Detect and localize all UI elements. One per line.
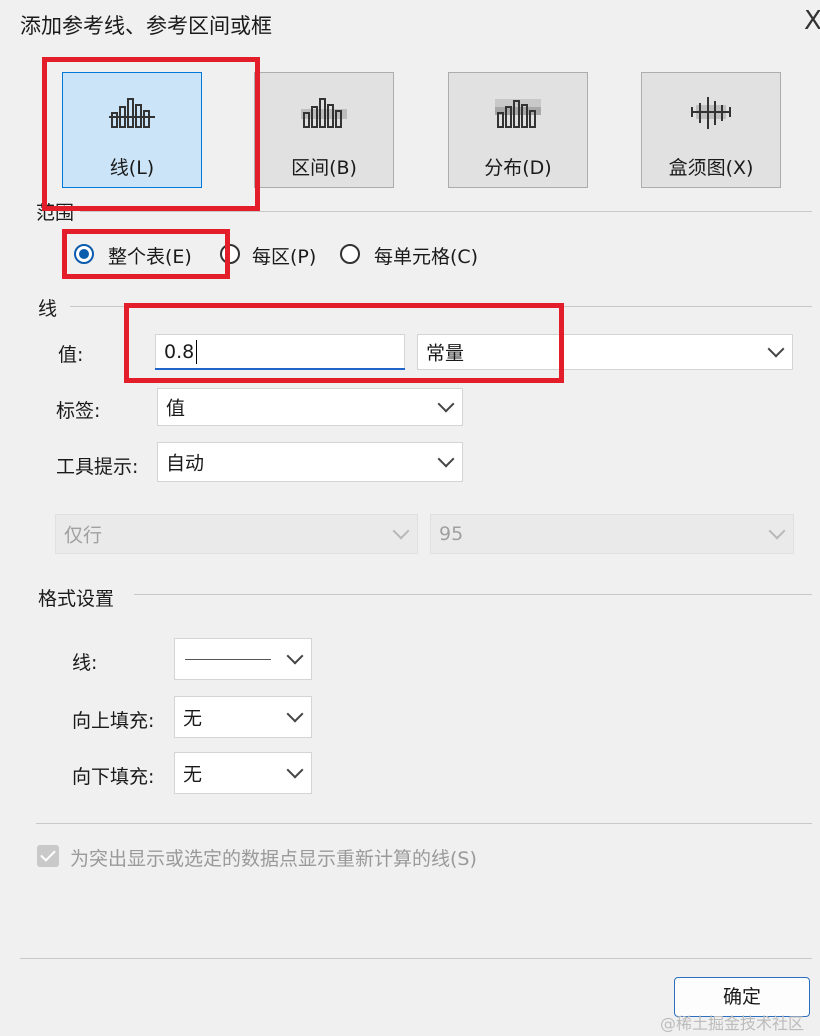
confidence-level-text: 95 (439, 523, 464, 545)
type-button-label: 区间(B) (291, 157, 357, 179)
fill-below-select[interactable]: 无 (174, 752, 312, 794)
tooltip-select[interactable]: 自动 (157, 442, 463, 482)
highlight-box-scope (62, 229, 230, 279)
bottom-divider (36, 823, 812, 824)
line-section-label: 线 (38, 294, 64, 321)
chevron-down-icon (286, 761, 304, 779)
radio-per-cell[interactable] (340, 244, 360, 264)
type-button-distribution[interactable]: 分布(D) (448, 72, 588, 188)
chevron-down-icon (437, 450, 455, 468)
radio-label-per-pane: 每区(P) (252, 246, 317, 268)
label-label: 标签: (56, 400, 101, 422)
format-section-label: 格式设置 (38, 584, 121, 611)
type-button-label: 盒须图(X) (668, 157, 754, 179)
value-label: 值: (58, 344, 84, 366)
confidence-type-select: 仅行 (55, 514, 418, 554)
format-line-label: 线: (72, 652, 98, 674)
dialog-title: 添加参考线、参考区间或框 (20, 14, 272, 38)
recalc-checkbox-label: 为突出显示或选定的数据点显示重新计算的线(S) (70, 848, 477, 870)
format-divider (134, 594, 812, 595)
highlight-box-line-type (42, 57, 260, 211)
chevron-down-icon (437, 395, 455, 413)
chevron-down-icon (767, 340, 785, 358)
band-chart-icon (301, 98, 347, 128)
fill-above-label: 向上填充: (72, 710, 155, 732)
confidence-level-select: 95 (430, 514, 794, 554)
chevron-down-icon (286, 647, 304, 665)
fill-below-text: 无 (183, 763, 203, 786)
type-button-boxplot[interactable]: 盒须图(X) (641, 72, 781, 188)
distribution-chart-icon (495, 99, 541, 128)
tooltip-select-text: 自动 (166, 452, 205, 475)
chevron-down-icon (768, 522, 786, 540)
footer-divider (20, 958, 812, 959)
scope-divider (70, 211, 812, 212)
label-select-text: 值 (166, 397, 186, 420)
fill-above-text: 无 (183, 707, 203, 730)
radio-label-per-cell: 每单元格(C) (374, 246, 479, 268)
label-select[interactable]: 值 (157, 388, 463, 426)
tooltip-label: 工具提示: (56, 456, 139, 478)
line-style-select[interactable] (174, 638, 312, 680)
confidence-type-text: 仅行 (64, 524, 103, 547)
highlight-box-value (124, 303, 564, 383)
type-button-band[interactable]: 区间(B) (254, 72, 394, 188)
recalc-checkbox (37, 845, 59, 867)
type-button-label: 分布(D) (484, 157, 552, 179)
fill-below-label: 向下填充: (72, 766, 155, 788)
watermark: @稀土掘金技术社区 (660, 1014, 805, 1033)
box-plot-icon (691, 97, 731, 129)
chevron-down-icon (392, 522, 410, 540)
line-style-preview (185, 659, 271, 660)
fill-above-select[interactable]: 无 (174, 696, 312, 738)
chevron-down-icon (286, 705, 304, 723)
close-icon[interactable]: X (804, 6, 820, 36)
